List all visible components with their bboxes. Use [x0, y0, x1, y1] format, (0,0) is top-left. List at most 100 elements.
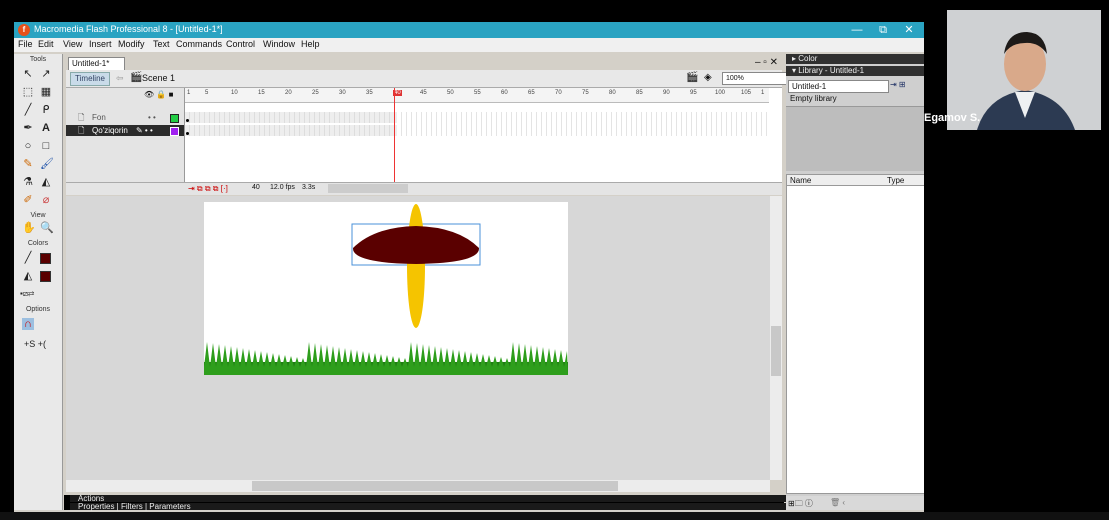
timeline-status-bar: ⇥ ⧉ ⧉ ⧉ [·] 40 12.0 fps 3.3s	[66, 182, 782, 195]
library-panel-title: Library - Untitled-1	[798, 66, 865, 75]
edit-symbol-icon[interactable]: ◈	[704, 72, 712, 83]
frames-grid[interactable]: 1 5 10 15 20 25 30 35 40 45 50 55 60 65 …	[185, 88, 901, 182]
smooth-straighten-icon[interactable]: +S +(	[20, 338, 50, 350]
properties-panel-title: Properties | Filters | Parameters	[78, 502, 191, 511]
screen-bottom-strip	[0, 512, 1109, 520]
stage-horizontal-scrollbar[interactable]	[66, 480, 770, 492]
snap-magnet-icon[interactable]: ∩	[22, 318, 34, 330]
brush-tool-icon[interactable]: 🖌	[40, 158, 54, 170]
document-window-controls[interactable]: – ▫ ✕	[755, 57, 778, 68]
pasteboard	[66, 196, 770, 480]
frame-span-fon[interactable]	[185, 112, 397, 123]
stage[interactable]	[204, 202, 568, 375]
frame-number: 75	[582, 90, 589, 96]
document-tab[interactable]: Untitled-1*	[68, 57, 125, 70]
eraser-icon[interactable]: ⌀	[40, 194, 52, 206]
eyedropper-icon[interactable]: ✐	[22, 194, 34, 206]
lasso-tool-icon[interactable]: ᑭ	[40, 104, 52, 116]
library-list[interactable]: Name Type	[786, 174, 924, 494]
menu-file[interactable]: File	[18, 39, 33, 49]
fill-color-swatch[interactable]	[40, 271, 51, 282]
scroll-thumb[interactable]	[771, 326, 781, 376]
hand-tool-icon[interactable]: ✋	[22, 222, 36, 234]
zoom-select[interactable]: 100%	[722, 72, 787, 85]
library-pin-icons[interactable]: ⇥ ⊞	[890, 80, 906, 89]
layer-outline-color[interactable]	[170, 114, 179, 123]
text-tool-icon[interactable]: A	[40, 122, 52, 134]
color-panel-header[interactable]: ▸ Color	[786, 54, 924, 64]
library-status: Empty library	[790, 94, 837, 103]
zoom-tool-icon[interactable]: 🔍	[40, 222, 54, 234]
window-title: Macromedia Flash Professional 8 - [Untit…	[34, 24, 223, 34]
menu-view[interactable]: View	[63, 39, 82, 49]
menu-modify[interactable]: Modify	[118, 39, 145, 49]
empty-frames[interactable]	[397, 112, 769, 136]
layer-icon: 🗋	[78, 113, 85, 122]
library-trash-icon[interactable]: 🗑 ‹	[830, 498, 845, 507]
frame-number: 1	[761, 90, 765, 96]
rectangle-tool-icon[interactable]: □	[40, 140, 52, 152]
frame-number: 45	[420, 90, 427, 96]
frame-span-qoziqorin[interactable]	[185, 125, 397, 136]
playhead[interactable]	[394, 88, 395, 182]
ink-bottle-icon[interactable]: ⚗	[22, 176, 34, 188]
layer-row-fon[interactable]: 🗋 Fon • •	[66, 112, 184, 123]
pencil-tool-icon[interactable]: ✎	[22, 158, 34, 170]
stage-vertical-scrollbar[interactable]	[770, 196, 782, 480]
close-button[interactable]: ✕	[896, 22, 922, 38]
menu-help[interactable]: Help	[301, 39, 320, 49]
properties-panel-bar[interactable]: Properties | Filters | Parameters	[70, 502, 788, 511]
elapsed-time: 3.3s	[302, 184, 316, 191]
center-frame-icon[interactable]: ⇥ ⧉ ⧉ ⧉ [·]	[188, 184, 228, 194]
fill-color-icon[interactable]: ◭	[22, 270, 34, 282]
edit-scene-icon[interactable]: 🎬	[686, 72, 698, 83]
frame-number: 15	[258, 90, 265, 96]
menu-edit[interactable]: Edit	[38, 39, 54, 49]
oval-tool-icon[interactable]: ○	[22, 140, 34, 152]
layer-outline-color[interactable]	[170, 127, 179, 136]
layer-visibility-icons[interactable]: 👁 🔒 ■	[144, 90, 173, 99]
menu-window[interactable]: Window	[263, 39, 295, 49]
scroll-thumb[interactable]	[252, 481, 618, 491]
frame-number: 105	[741, 90, 752, 96]
menu-commands[interactable]: Commands	[176, 39, 222, 49]
timeline-h-scroll[interactable]	[328, 184, 408, 193]
menu-insert[interactable]: Insert	[89, 39, 112, 49]
actions-panel-bar[interactable]: Actions	[70, 495, 788, 503]
library-document-select[interactable]: Untitled-1	[788, 80, 889, 93]
frame-number: 35	[366, 90, 373, 96]
arrow-tool-icon[interactable]: ↖	[22, 68, 34, 80]
stroke-color-icon[interactable]: ╱	[22, 252, 34, 264]
new-symbol-icons[interactable]: ⊞🗀 ⓘ	[788, 498, 813, 512]
back-arrow-icon[interactable]: ⇦	[116, 73, 124, 84]
menu-text[interactable]: Text	[153, 39, 170, 49]
colors-label: Colors	[27, 240, 49, 247]
restore-button[interactable]: ⧉	[870, 22, 896, 38]
grass	[204, 342, 568, 375]
pen-tool-icon[interactable]: ✒	[22, 122, 34, 134]
fill-transform-icon[interactable]: ▦	[40, 86, 52, 98]
line-tool-icon[interactable]: ╱	[22, 104, 34, 116]
library-preview	[786, 106, 924, 171]
stage-artwork	[204, 204, 568, 375]
swap-colors-icon[interactable]: ▪⧄⇄	[20, 288, 34, 300]
layer-panel: 👁 🔒 ■ 🗋 Fon • • 🗋 Qo'ziqorin ✎ • • ⊞ ⇘ 🗀…	[66, 88, 185, 194]
color-panel-title: Color	[798, 54, 818, 63]
keyframe-dot	[186, 132, 189, 135]
layer-row-qoziqorin[interactable]: 🗋 Qo'ziqorin ✎ • •	[66, 125, 184, 136]
minimize-button[interactable]: —	[844, 22, 870, 38]
mushroom-cap	[352, 226, 480, 264]
free-transform-icon[interactable]: ⬚	[22, 86, 34, 98]
paint-bucket-icon[interactable]: ◭	[40, 176, 52, 188]
timeline-toggle-button[interactable]: Timeline	[70, 72, 110, 86]
menu-control[interactable]: Control	[226, 39, 255, 49]
stroke-color-swatch[interactable]	[40, 253, 51, 264]
subselect-tool-icon[interactable]: ↗	[40, 68, 52, 80]
frame-ruler[interactable]: 1 5 10 15 20 25 30 35 40 45 50 55 60 65 …	[185, 88, 769, 103]
pencil-icon: ✎ • •	[136, 126, 153, 135]
col-name[interactable]: Name	[790, 176, 811, 185]
frame-number: 80	[609, 90, 616, 96]
scene-label[interactable]: Scene 1	[142, 73, 175, 83]
library-panel-header[interactable]: ▾ Library - Untitled-1	[786, 66, 924, 76]
col-type[interactable]: Type	[887, 176, 904, 185]
